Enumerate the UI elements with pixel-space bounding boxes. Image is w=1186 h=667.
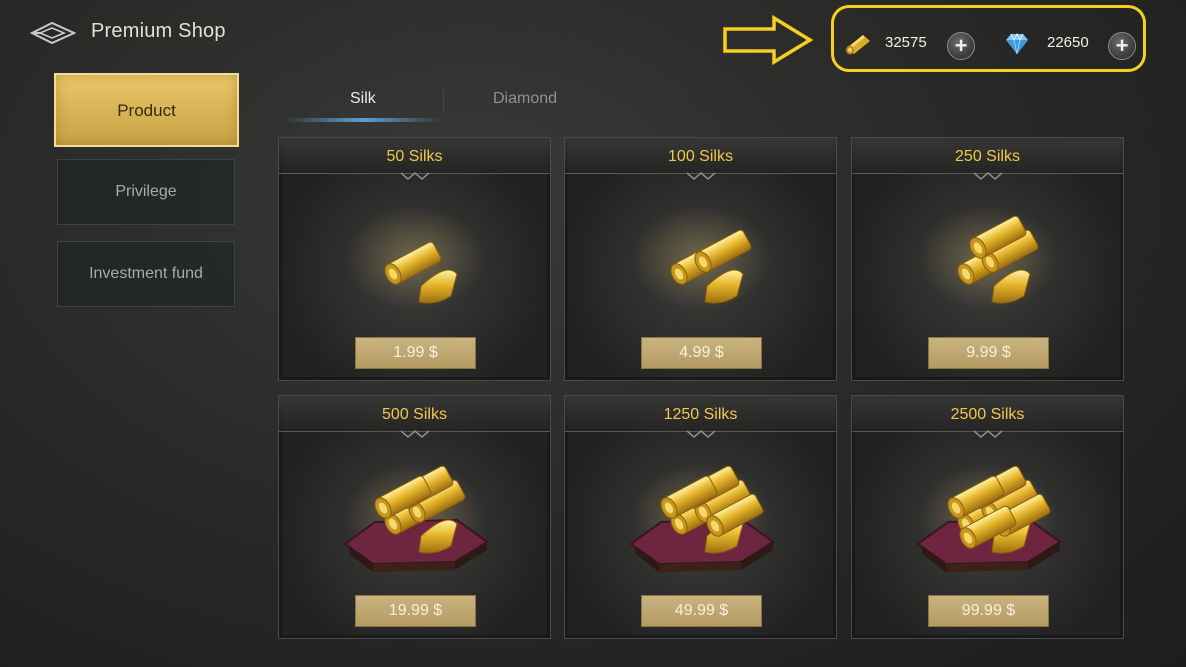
diamond-balance: 22650 xyxy=(1047,34,1089,51)
product-title: 100 Silks xyxy=(668,148,733,165)
product-card[interactable]: 500 Silks 19.99 $ xyxy=(278,395,551,639)
product-title: 250 Silks xyxy=(955,148,1020,165)
annotation-arrow-icon xyxy=(723,14,814,66)
silk-balance: 32575 xyxy=(885,34,927,51)
nav-item-product[interactable]: Product xyxy=(54,73,239,147)
silk-bundle-icon xyxy=(345,206,485,310)
price-button[interactable]: 49.99 $ xyxy=(641,595,762,627)
price-button[interactable]: 4.99 $ xyxy=(641,337,762,369)
ornament-icon xyxy=(686,430,716,438)
add-silk-button[interactable]: + xyxy=(947,32,975,60)
price-button[interactable]: 9.99 $ xyxy=(928,337,1049,369)
silk-bundle-icon xyxy=(916,464,1062,572)
currency-bar: 32575 + 22650 + xyxy=(831,5,1146,72)
product-card[interactable]: 2500 Silks 99.99 $ xyxy=(851,395,1124,639)
product-card[interactable]: 100 Silks 4.99 $ xyxy=(564,137,837,381)
product-card[interactable]: 250 Silks 9.99 $ xyxy=(851,137,1124,381)
tab-diamond[interactable]: Diamond xyxy=(493,90,557,108)
ornament-icon xyxy=(400,172,430,180)
nav-item-privilege[interactable]: Privilege xyxy=(57,159,235,225)
price-button[interactable]: 19.99 $ xyxy=(355,595,476,627)
silk-bundle-icon xyxy=(631,206,771,310)
ornament-icon xyxy=(973,430,1003,438)
price-button[interactable]: 1.99 $ xyxy=(355,337,476,369)
tab-silk[interactable]: Silk xyxy=(350,90,376,108)
product-title: 500 Silks xyxy=(382,406,447,423)
silk-bundle-icon xyxy=(918,206,1058,310)
silk-roll-icon xyxy=(846,35,870,55)
ornament-icon xyxy=(400,430,430,438)
product-title: 50 Silks xyxy=(386,148,443,165)
silk-bundle-icon xyxy=(629,464,775,572)
add-diamond-button[interactable]: + xyxy=(1108,32,1136,60)
ornament-icon xyxy=(973,172,1003,180)
page-title: Premium Shop xyxy=(91,20,226,42)
nav-item-investment-fund[interactable]: Investment fund xyxy=(57,241,235,307)
active-tab-indicator xyxy=(284,118,442,122)
product-card[interactable]: 50 Silks 1.99 $ xyxy=(278,137,551,381)
diamond-icon xyxy=(1006,32,1028,55)
price-button[interactable]: 99.99 $ xyxy=(928,595,1049,627)
tab-divider xyxy=(443,90,444,114)
product-title: 1250 Silks xyxy=(663,406,738,423)
product-title: 2500 Silks xyxy=(950,406,1025,423)
ornament-icon xyxy=(686,172,716,180)
silk-bundle-icon xyxy=(343,464,489,572)
product-card[interactable]: 1250 Silks 49.99 $ xyxy=(564,395,837,639)
back-arrow-icon[interactable] xyxy=(30,20,76,46)
